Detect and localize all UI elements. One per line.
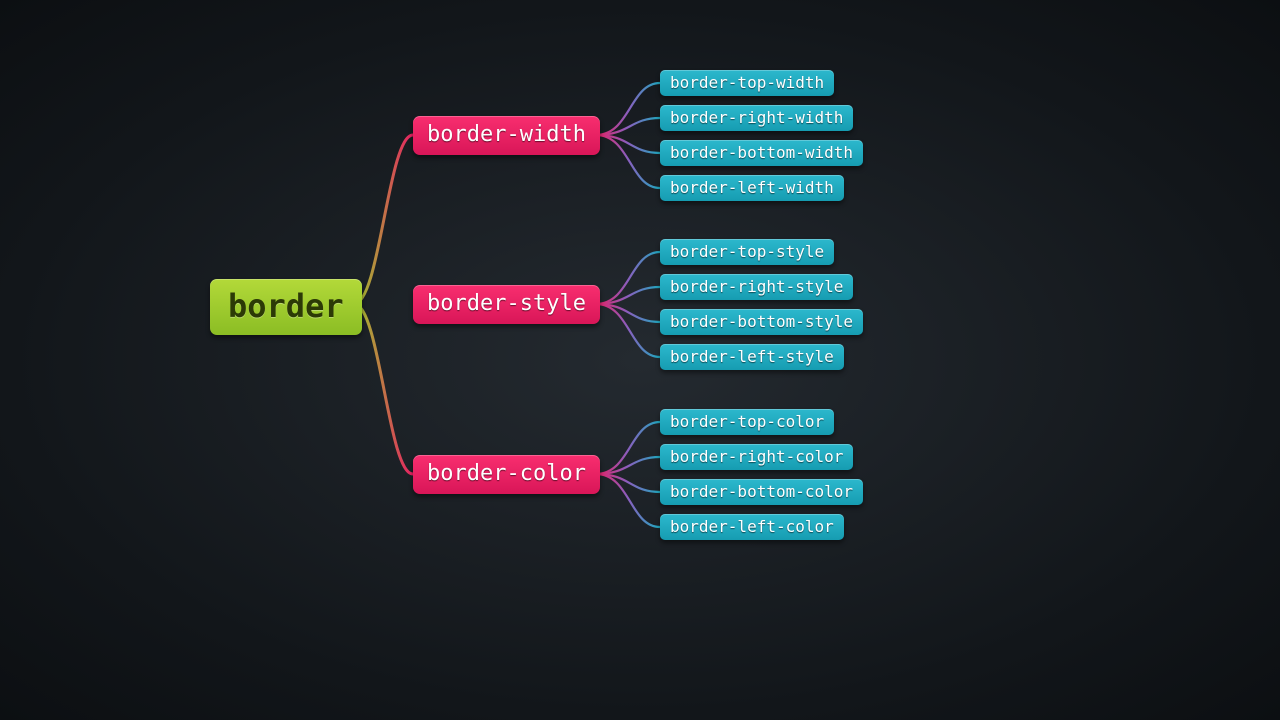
node-border: border <box>210 279 362 335</box>
node-border-bottom-color: border-bottom-color <box>660 479 863 505</box>
node-border-right-width: border-right-width <box>660 105 853 131</box>
node-border-style: border-style <box>413 285 600 324</box>
node-border-left-width: border-left-width <box>660 175 844 201</box>
node-border-right-color: border-right-color <box>660 444 853 470</box>
node-border-top-style: border-top-style <box>660 239 834 265</box>
node-border-left-style: border-left-style <box>660 344 844 370</box>
node-border-top-color: border-top-color <box>660 409 834 435</box>
connector-lines <box>0 0 1280 720</box>
node-border-color: border-color <box>413 455 600 494</box>
node-border-top-width: border-top-width <box>660 70 834 96</box>
node-border-width: border-width <box>413 116 600 155</box>
node-border-bottom-width: border-bottom-width <box>660 140 863 166</box>
node-border-left-color: border-left-color <box>660 514 844 540</box>
node-border-right-style: border-right-style <box>660 274 853 300</box>
node-border-bottom-style: border-bottom-style <box>660 309 863 335</box>
